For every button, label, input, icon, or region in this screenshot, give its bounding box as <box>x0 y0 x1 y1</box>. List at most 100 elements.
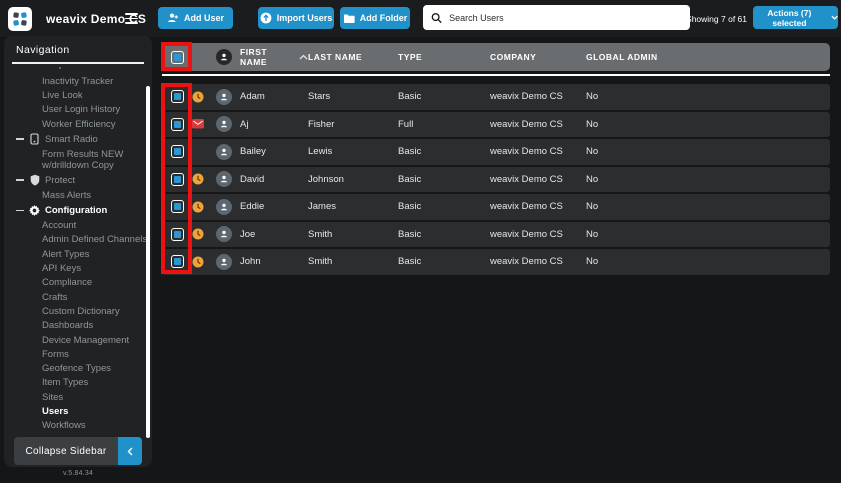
sidebar-item-label: Geofence Types <box>42 363 112 375</box>
first-name-cell: David <box>240 173 265 185</box>
sidebar-item[interactable]: Device Management <box>4 333 148 347</box>
sidebar-item-label: Dashboards <box>42 320 94 332</box>
top-bar: weavix Demo CS Add User Import Users Add… <box>0 0 841 37</box>
avatar <box>216 198 232 215</box>
column-header-global-admin[interactable]: GLOBAL ADMIN <box>586 52 830 62</box>
sidebar-item[interactable]: Smart Radio <box>4 131 148 147</box>
global-admin-cell: No <box>586 173 599 185</box>
column-header-first-name[interactable]: FIRST NAME <box>240 47 291 67</box>
row-checkbox[interactable] <box>170 145 184 159</box>
sidebar-item[interactable]: Form Results NEW w/drilldown Copy <box>4 147 148 172</box>
chevron-down-icon <box>831 15 838 20</box>
table-row[interactable]: Adam Stars Basic weavix Demo CS No <box>162 84 830 110</box>
add-user-button[interactable]: Add User <box>158 7 233 29</box>
sidebar-item[interactable]: Sites <box>4 390 148 404</box>
sidebar-item-label: Protect <box>45 174 76 186</box>
table-row[interactable]: Aj Fisher Full weavix Demo CS No <box>162 111 830 137</box>
table-row[interactable]: David Johnson Basic weavix Demo CS No <box>162 166 830 192</box>
row-checkbox[interactable] <box>170 200 184 214</box>
sidebar-item-label: Forms <box>42 348 69 360</box>
sidebar-item[interactable]: Account <box>4 218 148 232</box>
sidebar: Navigation Inactivity Tracker Live Look … <box>4 36 152 477</box>
add-folder-button[interactable]: Add Folder <box>340 7 410 29</box>
sidebar-item[interactable]: Custom Dictionary <box>4 304 148 318</box>
sidebar-item[interactable]: Mass Alerts <box>4 188 148 202</box>
sidebar-item[interactable]: Item Types <box>4 376 148 390</box>
last-name-cell: James <box>308 201 336 213</box>
import-users-button[interactable]: Import Users <box>258 7 334 29</box>
clock-icon <box>192 173 204 185</box>
sidebar-item[interactable]: Inactivity Tracker <box>4 74 148 88</box>
type-cell: Basic <box>398 201 422 213</box>
import-users-icon <box>260 12 272 24</box>
first-name-cell: Bailey <box>240 146 266 158</box>
select-all-checkbox[interactable] <box>170 50 184 64</box>
sort-asc-icon <box>299 54 308 60</box>
sidebar-item[interactable]: Configuration <box>4 202 148 218</box>
sidebar-item-label: Configuration <box>45 204 108 216</box>
company-cell: weavix Demo CS <box>490 118 563 130</box>
column-header-type[interactable]: TYPE <box>398 52 490 62</box>
sidebar-item-label: Compliance <box>42 277 93 289</box>
sidebar-item[interactable]: Crafts <box>4 290 148 304</box>
sidebar-item-label: Smart Radio <box>45 133 98 145</box>
hamburger-menu-icon[interactable] <box>125 12 138 25</box>
sidebar-item[interactable]: Geofence Types <box>4 361 148 375</box>
sidebar-item[interactable]: Users <box>4 404 148 418</box>
last-name-cell: Smith <box>308 228 333 240</box>
sidebar-item[interactable]: Alert Types <box>4 247 148 261</box>
sidebar-item[interactable]: Forms <box>4 347 148 361</box>
company-cell: weavix Demo CS <box>490 173 563 185</box>
collapse-minus-icon[interactable] <box>16 209 24 212</box>
column-header-last-name[interactable]: LAST NAME <box>308 52 398 62</box>
row-checkbox[interactable] <box>170 255 184 269</box>
company-cell: weavix Demo CS <box>490 256 563 268</box>
sidebar-item[interactable]: Compliance <box>4 276 148 290</box>
sidebar-item[interactable]: User Login History <box>4 103 148 117</box>
sidebar-item[interactable]: Live Look <box>4 88 148 102</box>
clipped-item-remnant <box>59 67 61 69</box>
add-user-label: Add User <box>183 13 224 23</box>
envelope-icon <box>192 118 204 130</box>
type-cell: Basic <box>398 173 422 185</box>
sidebar-item[interactable]: Admin Defined Channels <box>4 233 148 247</box>
table-row[interactable]: John Smith Basic weavix Demo CS No <box>162 249 830 275</box>
sidebar-item[interactable]: Worker Efficiency <box>4 117 148 131</box>
row-checkbox[interactable] <box>170 227 184 241</box>
table-row[interactable]: Joe Smith Basic weavix Demo CS No <box>162 221 830 247</box>
clock-icon <box>192 201 204 213</box>
table-row[interactable]: Eddie James Basic weavix Demo CS No <box>162 194 830 220</box>
row-checkbox[interactable] <box>170 172 184 186</box>
smart-radio-icon <box>29 133 40 145</box>
sidebar-item-label: Form Results NEW w/drilldown Copy <box>42 148 124 171</box>
last-name-cell: Stars <box>308 91 331 103</box>
actions-dropdown-button[interactable]: Actions (7) selected <box>753 6 838 29</box>
company-cell: weavix Demo CS <box>490 146 563 158</box>
sidebar-scrollbar[interactable] <box>146 86 150 438</box>
collapse-minus-icon[interactable] <box>16 179 24 181</box>
sidebar-item[interactable]: Dashboards <box>4 319 148 333</box>
company-cell: weavix Demo CS <box>490 91 563 103</box>
sidebar-item[interactable]: Protect <box>4 172 148 188</box>
collapse-minus-icon[interactable] <box>16 138 24 140</box>
header-divider <box>162 74 830 76</box>
row-checkbox[interactable] <box>170 117 184 131</box>
add-user-icon <box>167 13 178 22</box>
avatar <box>216 116 232 133</box>
last-name-cell: Lewis <box>308 146 333 158</box>
sidebar-item-label: Workflows <box>42 420 86 432</box>
search-input[interactable] <box>449 12 682 23</box>
table-header-row: FIRST NAME LAST NAME TYPE COMPANY GLOBAL… <box>162 43 830 71</box>
sidebar-item-label: Custom Dictionary <box>42 305 120 317</box>
sidebar-item-label: Live Look <box>42 89 83 101</box>
collapse-sidebar-button[interactable]: Collapse Sidebar <box>14 437 142 465</box>
table-row[interactable]: Bailey Lewis Basic weavix Demo CS No <box>162 139 830 165</box>
add-folder-icon <box>343 14 355 23</box>
sidebar-item[interactable]: Workflows <box>4 419 148 433</box>
sidebar-item[interactable]: API Keys <box>4 261 148 275</box>
column-header-company[interactable]: COMPANY <box>490 52 586 62</box>
sidebar-item-label: API Keys <box>42 263 82 275</box>
row-checkbox[interactable] <box>170 90 184 104</box>
global-admin-cell: No <box>586 91 599 103</box>
first-name-cell: Aj <box>240 118 249 130</box>
